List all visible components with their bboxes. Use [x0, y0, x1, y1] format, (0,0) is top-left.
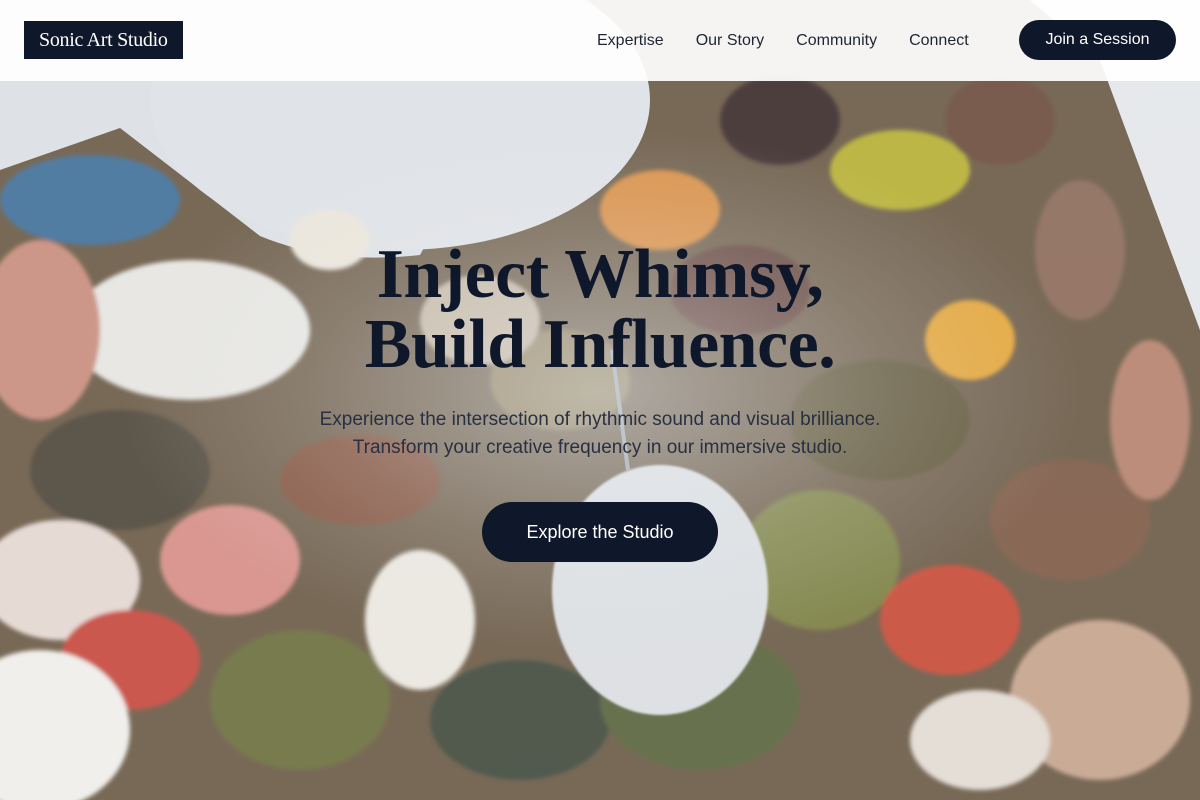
hero-headline-line-2: Build Influence.: [364, 306, 836, 383]
nav-links: Expertise Our Story Community Connect: [597, 0, 969, 81]
hero-overlay: [0, 0, 1200, 800]
join-session-button[interactable]: Join a Session: [1019, 20, 1176, 60]
navbar: Sonic Art Studio Expertise Our Story Com…: [0, 0, 1200, 81]
nav-link-community[interactable]: Community: [796, 32, 877, 50]
hero-headline: Inject Whimsy, Build Influence.: [200, 240, 1000, 380]
brand-logo[interactable]: Sonic Art Studio: [24, 21, 183, 59]
hero-headline-line-1: Inject Whimsy,: [376, 236, 824, 313]
explore-studio-button[interactable]: Explore the Studio: [482, 502, 718, 562]
nav-link-expertise[interactable]: Expertise: [597, 32, 664, 50]
hero-subtext: Experience the intersection of rhythmic …: [200, 406, 1000, 462]
hero-subtext-line-2: Transform your creative frequency in our…: [352, 437, 848, 458]
nav-link-our-story[interactable]: Our Story: [696, 32, 764, 50]
nav-link-connect[interactable]: Connect: [909, 32, 969, 50]
hero-background-image: [0, 0, 1200, 800]
hero-subtext-line-1: Experience the intersection of rhythmic …: [319, 409, 881, 430]
